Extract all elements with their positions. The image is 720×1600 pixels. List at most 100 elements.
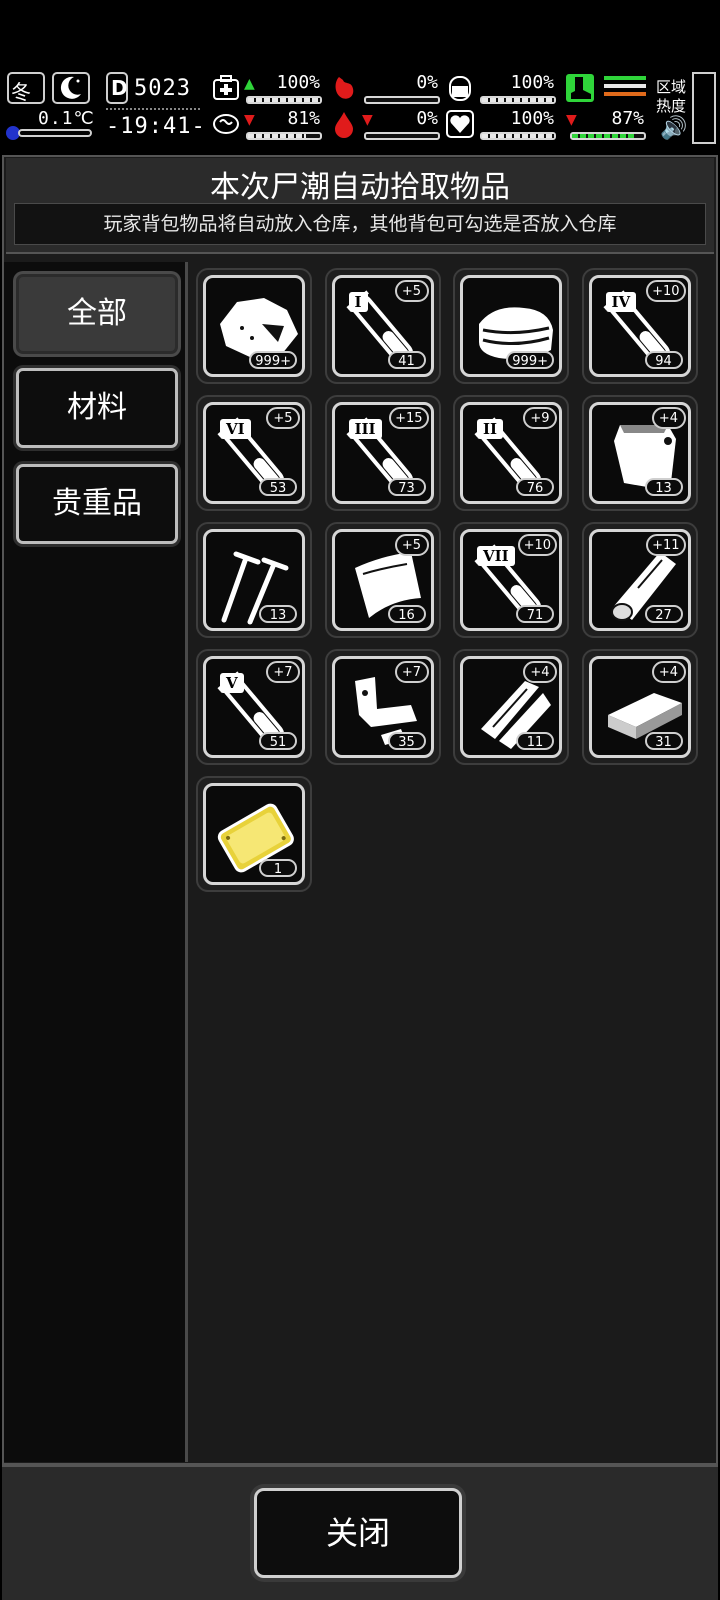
item-slot[interactable]: +7 35 [324,649,441,765]
tier-badge: V [220,673,244,693]
item-slot-frame: VI +5 53 [203,402,305,504]
item-slot-frame: +4 13 [588,402,691,504]
tier-badge: IV [605,292,637,312]
health-value: 100% [276,72,320,93]
region-heat-meter [692,72,716,144]
item-count: 31 [644,732,683,750]
region-heat-label: 区域热度 [656,78,687,115]
first-aid-icon [212,74,240,102]
clock-readout: -19:41- [106,114,206,139]
item-slot[interactable]: 999+ [453,268,569,384]
item-slot[interactable]: 1 [196,776,312,892]
item-slot[interactable]: II +9 76 [453,395,569,511]
thermometer-icon [6,126,92,140]
bonus-badge: +7 [394,661,429,683]
stamina-value: 87% [611,108,644,129]
item-slot[interactable]: VII +10 71 [453,522,569,638]
item-slot[interactable]: 999+ [196,268,312,384]
system-status-bar [0,0,720,70]
capacity-value: 100% [510,72,554,93]
stomach-bar [364,96,440,104]
item-count: 73 [387,478,426,496]
brain-icon [212,110,240,138]
tier-badge: II [477,419,504,439]
stomach-value: 0% [416,72,438,93]
sanity-value: 81% [287,108,320,129]
item-slot-frame: +4 31 [588,656,691,758]
tier-badge: I [348,292,368,312]
bonus-badge: +4 [523,661,557,683]
item-count: 53 [259,478,297,496]
bonus-badge: +5 [266,407,300,429]
item-count: 51 [259,732,297,750]
item-slot-frame: +4 11 [460,656,562,758]
bonus-badge: +7 [266,661,300,683]
item-slot-frame: I +5 41 [331,275,434,377]
health-bar [246,96,322,104]
moon-icon [52,72,90,104]
item-count: 999+ [506,351,554,369]
bonus-badge: +15 [389,407,429,429]
boot-icon [566,74,594,102]
close-button[interactable]: 关闭 [254,1488,462,1578]
item-slot-frame: +11 27 [588,529,691,631]
bonus-badge: +9 [523,407,557,429]
item-count: 41 [387,351,426,369]
item-count: 16 [387,605,426,623]
tab-valuables[interactable]: 贵重品 [16,464,178,544]
season-label: 冬 [11,80,31,104]
item-count: 27 [644,605,683,623]
item-slot[interactable]: 13 [196,522,312,638]
mood-bar [480,132,556,140]
item-count: 76 [516,478,554,496]
item-slot-frame: II +9 76 [460,402,562,504]
item-slot[interactable]: V +7 51 [196,649,312,765]
day-icon: D [106,72,128,104]
item-slot[interactable]: +4 31 [581,649,698,765]
heart-icon [446,110,474,138]
item-slot[interactable]: +4 13 [581,395,698,511]
stomach-icon [330,74,358,102]
item-count: 94 [644,351,683,369]
bonus-badge: +11 [646,534,686,556]
tab-materials[interactable]: 材料 [16,368,178,448]
dialog-subtitle: 玩家背包物品将自动放入仓库，其他背包可勾选是否放入仓库 [14,203,706,245]
item-count: 13 [644,478,683,496]
item-count: 11 [516,732,554,750]
speaker-icon[interactable]: 🔊 [660,116,687,141]
item-count: 999+ [249,351,297,369]
stamina-stripes [604,76,646,96]
item-slot-frame: 999+ [203,275,305,377]
item-slot[interactable]: +11 27 [581,522,698,638]
bonus-badge: +10 [646,280,686,302]
item-count: 35 [387,732,426,750]
item-count: 1 [259,859,297,877]
item-slot[interactable]: +4 11 [453,649,569,765]
tab-all[interactable]: 全部 [16,274,178,354]
item-slot[interactable]: +5 16 [324,522,441,638]
tier-badge: VI [220,419,251,439]
bonus-badge: +4 [651,407,686,429]
mood-value: 100% [510,108,554,129]
item-slot-frame: 999+ [460,275,562,377]
item-slot-frame: IV +10 94 [588,275,691,377]
item-slot[interactable]: I +5 41 [324,268,441,384]
dialog-title: 本次尸潮自动拾取物品 [210,170,510,205]
blood-bar [364,132,440,140]
item-slot-frame: V +7 51 [203,656,305,758]
item-slot-frame: 13 [203,529,305,631]
season-badge: 冬 [7,72,45,104]
item-slot[interactable]: VI +5 53 [196,395,312,511]
item-slot[interactable]: III +15 73 [324,395,441,511]
item-slot[interactable]: IV +10 94 [581,268,698,384]
bonus-badge: +10 [517,534,557,556]
stamina-bar [570,132,646,140]
bonus-badge: +5 [394,534,429,556]
stomach-capacity-icon [446,74,474,102]
item-slot-frame: VII +10 71 [460,529,562,631]
status-hud: 冬 0.1℃ D 5023 -19:41- ▲ 100% 0% 100% ▼ 8… [0,70,720,148]
item-slot-frame: 1 [203,783,305,885]
item-count: 71 [516,605,554,623]
capacity-bar [480,96,556,104]
sanity-bar [246,132,322,140]
